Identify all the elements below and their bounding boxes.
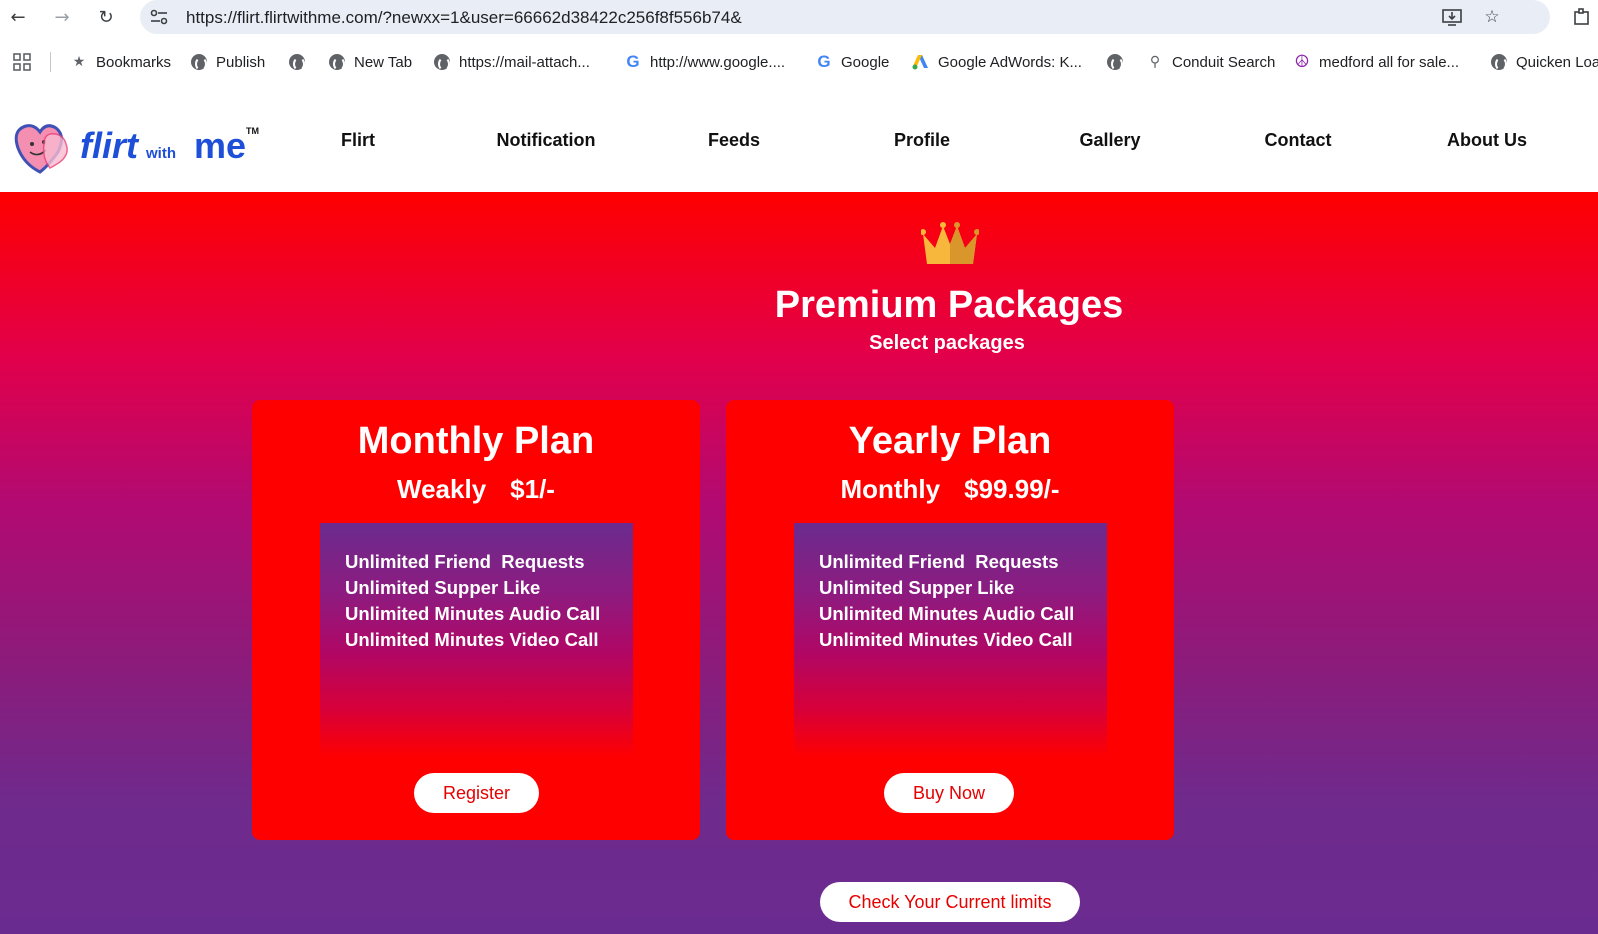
globe-icon [433,53,451,71]
plan-period: Weakly [397,474,487,504]
plan-card-monthly: Monthly Plan Weakly $1/- Unlimited Friend… [252,400,700,840]
plan-amount: $99.99/- [964,474,1060,504]
plan-card-yearly: Yearly Plan Monthly $99.99/- Unlimited Fr… [726,400,1174,840]
crown-icon [920,222,980,268]
bookmark-item[interactable]: New Tab [328,50,412,74]
plan-title: Monthly Plan [357,420,595,462]
globe-icon [288,53,306,71]
bookmark-label: New Tab [354,53,413,71]
globe-icon [328,53,346,71]
nav-contact[interactable]: Contact [1265,130,1332,151]
bookmark-item[interactable]: Quicken Loa [1490,50,1598,74]
bookmark-item[interactable]: ★ Bookmarks [70,50,171,74]
url-text[interactable]: https://flirt.flirtwithme.com/?newxx=1&u… [186,8,742,28]
bookmark-label: Google AdWords: K... [938,53,1082,71]
globe-icon [1490,53,1508,71]
bookmark-item[interactable]: https://mail-attach... [433,50,590,74]
feature-item: Unlimited Friend Requests [345,551,585,572]
nav-flirt[interactable]: Flirt [341,130,375,151]
bookmark-item[interactable] [288,50,306,74]
search-icon: ⚲ [1149,54,1161,70]
bookmarks-bar: ★ Bookmarks Publish New Tab https://mail… [0,44,1598,80]
nav-gallery[interactable]: Gallery [1079,130,1140,151]
browser-toolbar: ← → ↻ https://flirt.flirtwithme.com/?new… [0,0,1598,34]
peace-icon: ☮ [1294,52,1310,72]
site-logo[interactable]: flirt with me TM [10,108,265,178]
feature-item: Unlimited Minutes Audio Call [819,603,1075,624]
svg-text:with: with [145,145,176,162]
bookmark-item[interactable]: ☮ medford all for sale... [1293,50,1459,74]
feature-item: Unlimited Supper Like [819,577,1015,598]
bookmark-item[interactable]: G http://www.google.... [624,50,785,74]
apps-icon[interactable] [12,50,32,74]
bookmark-item[interactable]: ⚲ Conduit Search [1146,50,1276,74]
page-subtitle: Select packages [869,332,1025,354]
google-icon: G [817,52,831,71]
bookmark-item[interactable] [1106,50,1124,74]
bookmark-label: https://mail-attach... [459,53,590,71]
plan-price: Weakly $1/- [252,474,700,505]
adwords-icon [912,53,930,71]
page-title: Premium Packages [774,284,1124,326]
globe-icon [190,53,208,71]
bookmark-label: Publish [216,53,266,71]
bookmark-label: Bookmarks [96,53,172,71]
bookmark-item[interactable]: Publish [190,50,265,74]
nav-notification[interactable]: Notification [497,130,596,151]
plan-features: Unlimited Friend Requests Unlimited Supp… [320,523,633,758]
back-icon[interactable]: ← [6,5,30,29]
star-icon: ★ [72,54,86,70]
buy-now-button[interactable]: Buy Now [884,773,1014,813]
bookmark-label: medford all for sale... [1319,53,1460,71]
register-button[interactable]: Register [414,773,539,813]
plan-amount: $1/- [510,474,555,504]
plan-features: Unlimited Friend Requests Unlimited Supp… [794,523,1107,758]
bookmark-label: Conduit Search [1172,53,1276,71]
bookmark-item[interactable]: Google AdWords: K... [912,50,1082,74]
extensions-icon[interactable] [1570,5,1594,29]
plan-price: Monthly $99.99/- [726,474,1174,505]
svg-text:TM: TM [246,126,259,136]
nav-profile[interactable]: Profile [894,130,950,151]
nav-about-us[interactable]: About Us [1447,130,1527,151]
bookmark-label: Google [841,53,890,71]
bookmark-label: http://www.google.... [650,53,786,71]
feature-item: Unlimited Minutes Audio Call [345,603,601,624]
install-app-icon[interactable] [1440,5,1464,29]
site-header: flirt with me TM Flirt Notification Feed… [0,90,1598,192]
bookmark-item[interactable]: G Google [815,50,889,74]
plan-title: Yearly Plan [848,420,1052,462]
svg-text:flirt: flirt [80,125,140,166]
bookmark-star-icon[interactable]: ☆ [1480,5,1504,29]
check-limits-button[interactable]: Check Your Current limits [820,882,1080,922]
feature-item: Unlimited Minutes Video Call [345,629,599,650]
premium-section: Premium Packages Select packages Monthly… [0,192,1598,934]
bookmark-label: Quicken Loa [1516,53,1598,71]
logo-hearts-icon [14,124,68,174]
reload-icon[interactable]: ↻ [94,5,118,29]
google-icon: G [626,52,640,71]
feature-item: Unlimited Minutes Video Call [819,629,1073,650]
site-settings-icon[interactable] [148,6,170,28]
svg-text:me: me [194,125,246,166]
globe-icon [1106,53,1124,71]
plan-period: Monthly [840,474,941,504]
forward-icon[interactable]: → [50,5,74,29]
address-bar[interactable]: https://flirt.flirtwithme.com/?newxx=1&u… [140,0,1550,34]
feature-item: Unlimited Friend Requests [819,551,1059,572]
feature-item: Unlimited Supper Like [345,577,541,598]
nav-feeds[interactable]: Feeds [708,130,760,151]
bookmarks-separator [50,52,51,72]
